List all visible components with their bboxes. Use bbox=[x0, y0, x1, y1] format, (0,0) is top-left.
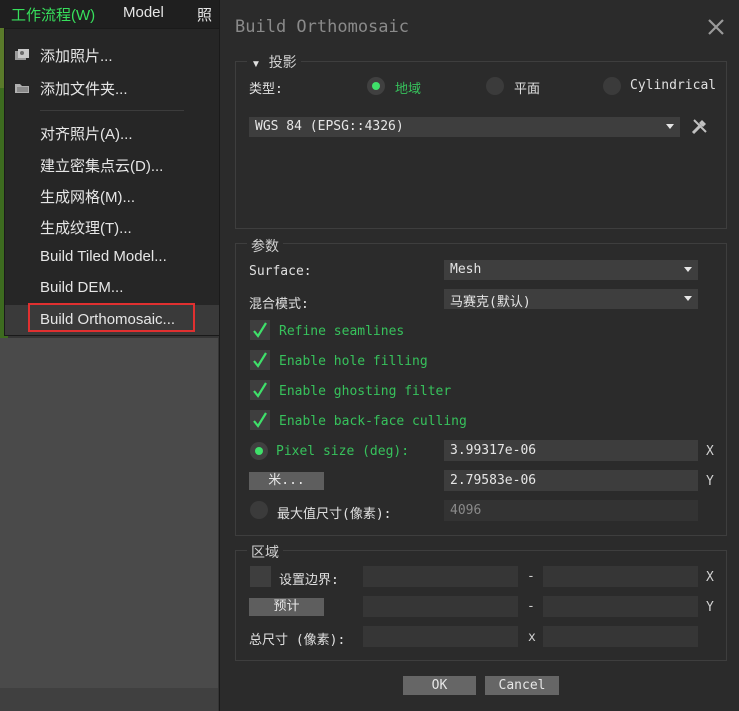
pixel-size-label: Pixel size (deg): bbox=[276, 444, 410, 459]
max-size-label: 最大值尺寸(像素): bbox=[277, 507, 392, 522]
range-dash: - bbox=[527, 569, 535, 584]
hole-filling-checkbox[interactable] bbox=[250, 350, 270, 370]
workspace-footer bbox=[0, 688, 218, 711]
times-sign: x bbox=[528, 630, 536, 645]
menu-item-build-tiled-model[interactable]: Build Tiled Model... bbox=[5, 242, 219, 272]
collapse-arrow-icon[interactable]: ▼ bbox=[251, 59, 261, 70]
refine-seamlines-checkbox[interactable] bbox=[250, 320, 270, 340]
range-dash: - bbox=[527, 599, 535, 614]
pixel-size-y-input[interactable]: 2.79583e-06 bbox=[444, 470, 698, 491]
highlight-annotation bbox=[28, 303, 195, 332]
workflow-menu: 添加照片... 添加文件夹... 对齐照片(A)... 建立密集点云(D)...… bbox=[4, 28, 220, 336]
chevron-down-icon bbox=[666, 124, 674, 129]
checkmark-icon bbox=[253, 322, 267, 338]
region-x-max-input[interactable] bbox=[543, 566, 698, 587]
menu-item-align-photos[interactable]: 对齐照片(A)... bbox=[5, 117, 219, 147]
type-cylindrical-label: Cylindrical bbox=[630, 78, 717, 93]
x-axis-label: X bbox=[706, 570, 714, 585]
menu-model[interactable]: Model bbox=[123, 4, 164, 21]
type-planar-label: 平面 bbox=[514, 82, 541, 97]
menu-workflow[interactable]: 工作流程(W) bbox=[11, 4, 95, 25]
surface-label: Surface: bbox=[249, 264, 312, 279]
menu-item-build-dem[interactable]: Build DEM... bbox=[5, 273, 219, 303]
total-width-input[interactable] bbox=[363, 626, 518, 647]
type-geographic-label: 地域 bbox=[395, 82, 422, 97]
set-boundary-label: 设置边界: bbox=[279, 573, 339, 588]
chevron-down-icon bbox=[684, 296, 692, 301]
menu-item-add-folder[interactable]: 添加文件夹... bbox=[5, 72, 219, 102]
menu-bar: 工作流程(W) Model 照片 bbox=[0, 0, 222, 45]
dialog-title: Build Orthomosaic bbox=[235, 17, 409, 37]
build-orthomosaic-dialog: Build Orthomosaic ▼ 投影 类型: 地域 平面 Cylindr… bbox=[219, 0, 739, 711]
region-y-min-input[interactable] bbox=[363, 596, 518, 617]
total-size-label: 总尺寸 (像素): bbox=[249, 633, 346, 648]
ghosting-filter-label: Enable ghosting filter bbox=[279, 384, 452, 399]
back-face-culling-label: Enable back-face culling bbox=[279, 414, 467, 429]
cancel-button[interactable]: Cancel bbox=[485, 676, 559, 695]
region-x-min-input[interactable] bbox=[363, 566, 518, 587]
chevron-down-icon bbox=[684, 267, 692, 272]
crs-select[interactable]: WGS 84 (EPSG::4326) bbox=[249, 117, 680, 137]
pixel-size-radio[interactable] bbox=[250, 442, 268, 460]
type-planar-radio[interactable] bbox=[486, 77, 504, 95]
max-size-radio[interactable] bbox=[250, 501, 268, 519]
meters-button[interactable]: 米... bbox=[249, 472, 324, 490]
menu-separator bbox=[40, 110, 184, 111]
parameters-legend: 参数 bbox=[247, 236, 283, 256]
checkmark-icon bbox=[253, 352, 267, 368]
back-face-culling-checkbox[interactable] bbox=[250, 410, 270, 430]
blend-mode-label: 混合模式: bbox=[249, 297, 309, 312]
x-axis-label: X bbox=[706, 444, 714, 459]
ghosting-filter-checkbox[interactable] bbox=[250, 380, 270, 400]
refine-seamlines-label: Refine seamlines bbox=[279, 324, 405, 339]
type-label: 类型: bbox=[249, 82, 283, 97]
region-y-max-input[interactable] bbox=[543, 596, 698, 617]
hole-filling-label: Enable hole filling bbox=[279, 354, 428, 369]
pixel-size-x-input[interactable]: 3.99317e-06 bbox=[444, 440, 698, 461]
tools-icon[interactable] bbox=[690, 117, 709, 136]
add-photo-icon bbox=[15, 49, 29, 60]
estimate-button[interactable]: 预计 bbox=[249, 598, 324, 616]
max-size-input[interactable]: 4096 bbox=[444, 500, 698, 521]
total-height-input[interactable] bbox=[543, 626, 698, 647]
workspace-background bbox=[0, 338, 218, 688]
ok-button[interactable]: OK bbox=[403, 676, 476, 695]
menu-item-build-dense-cloud[interactable]: 建立密集点云(D)... bbox=[5, 149, 219, 179]
menu-item-build-texture[interactable]: 生成纹理(T)... bbox=[5, 211, 219, 241]
add-folder-icon bbox=[15, 84, 29, 93]
close-icon[interactable] bbox=[706, 17, 726, 37]
checkmark-icon bbox=[253, 382, 267, 398]
set-boundary-checkbox[interactable] bbox=[250, 566, 271, 587]
menu-item-build-mesh[interactable]: 生成网格(M)... bbox=[5, 180, 219, 210]
y-axis-label: Y bbox=[706, 600, 714, 615]
y-axis-label: Y bbox=[706, 474, 714, 489]
type-cylindrical-radio[interactable] bbox=[603, 77, 621, 95]
blend-mode-select[interactable]: 马赛克(默认) bbox=[444, 289, 698, 310]
checkmark-icon bbox=[253, 412, 267, 428]
type-geographic-radio[interactable] bbox=[367, 77, 385, 95]
menu-item-add-photos[interactable]: 添加照片... bbox=[5, 39, 219, 69]
projection-legend[interactable]: ▼ 投影 bbox=[247, 52, 301, 72]
region-legend: 区域 bbox=[247, 542, 283, 562]
surface-select[interactable]: Mesh bbox=[444, 260, 698, 280]
